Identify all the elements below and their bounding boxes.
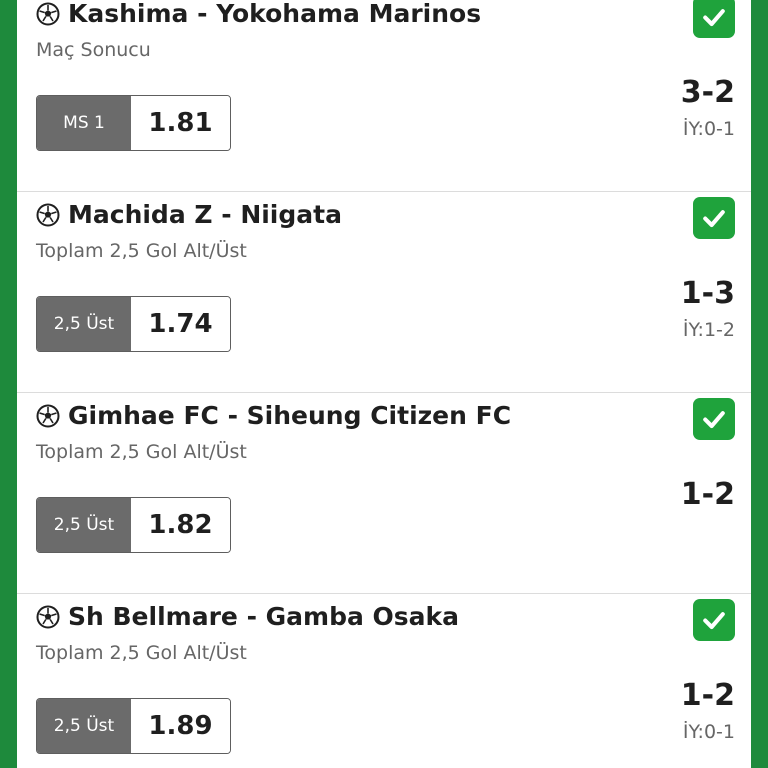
market-name: Toplam 2,5 Gol Alt/Üst	[36, 240, 247, 262]
selection-label: 2,5 Üst	[37, 297, 131, 351]
check-icon	[693, 0, 735, 38]
check-icon	[693, 398, 735, 440]
match-name: Sh Bellmare - Gamba Osaka	[68, 602, 460, 631]
soccer-ball-icon	[36, 203, 60, 227]
odds-box[interactable]: MS 1 1.81	[36, 95, 231, 151]
selection-label: 2,5 Üst	[37, 498, 131, 552]
match-title: Kashima - Yokohama Marinos	[36, 0, 481, 28]
match-title: Sh Bellmare - Gamba Osaka	[36, 602, 459, 631]
odds-box[interactable]: 2,5 Üst 1.82	[36, 497, 231, 553]
odds-value: 1.89	[131, 699, 230, 753]
bet-card[interactable]: Kashima - Yokohama Marinos Maç Sonucu MS…	[17, 0, 751, 192]
odds-value: 1.82	[131, 498, 230, 552]
selection-label: MS 1	[37, 96, 131, 150]
bet-card[interactable]: Machida Z - Niigata Toplam 2,5 Gol Alt/Ü…	[17, 191, 751, 393]
odds-value: 1.81	[131, 96, 230, 150]
match-name: Machida Z - Niigata	[68, 200, 342, 229]
final-score: 3-2	[680, 75, 735, 110]
odds-value: 1.74	[131, 297, 230, 351]
match-title: Machida Z - Niigata	[36, 200, 342, 229]
selection-label: 2,5 Üst	[37, 699, 131, 753]
soccer-ball-icon	[36, 404, 60, 428]
final-score: 1-3	[680, 276, 735, 311]
final-score: 1-2	[680, 477, 735, 512]
final-score: 1-2	[680, 678, 735, 713]
odds-box[interactable]: 2,5 Üst 1.89	[36, 698, 231, 754]
check-icon	[693, 197, 735, 239]
bet-card[interactable]: Sh Bellmare - Gamba Osaka Toplam 2,5 Gol…	[17, 593, 751, 768]
market-name: Toplam 2,5 Gol Alt/Üst	[36, 642, 247, 664]
bet-list: Kashima - Yokohama Marinos Maç Sonucu MS…	[17, 0, 751, 768]
halftime-score: İY:0-1	[682, 721, 735, 743]
market-name: Maç Sonucu	[36, 39, 151, 61]
halftime-score: İY:1-2	[682, 319, 735, 341]
market-name: Toplam 2,5 Gol Alt/Üst	[36, 441, 247, 463]
odds-box[interactable]: 2,5 Üst 1.74	[36, 296, 231, 352]
match-title: Gimhae FC - Siheung Citizen FC	[36, 401, 511, 430]
bet-card[interactable]: Gimhae FC - Siheung Citizen FC Toplam 2,…	[17, 392, 751, 594]
check-icon	[693, 599, 735, 641]
halftime-score: İY:0-1	[682, 118, 735, 140]
soccer-ball-icon	[36, 2, 60, 26]
match-name: Gimhae FC - Siheung Citizen FC	[68, 401, 512, 430]
match-name: Kashima - Yokohama Marinos	[68, 0, 482, 28]
soccer-ball-icon	[36, 605, 60, 629]
